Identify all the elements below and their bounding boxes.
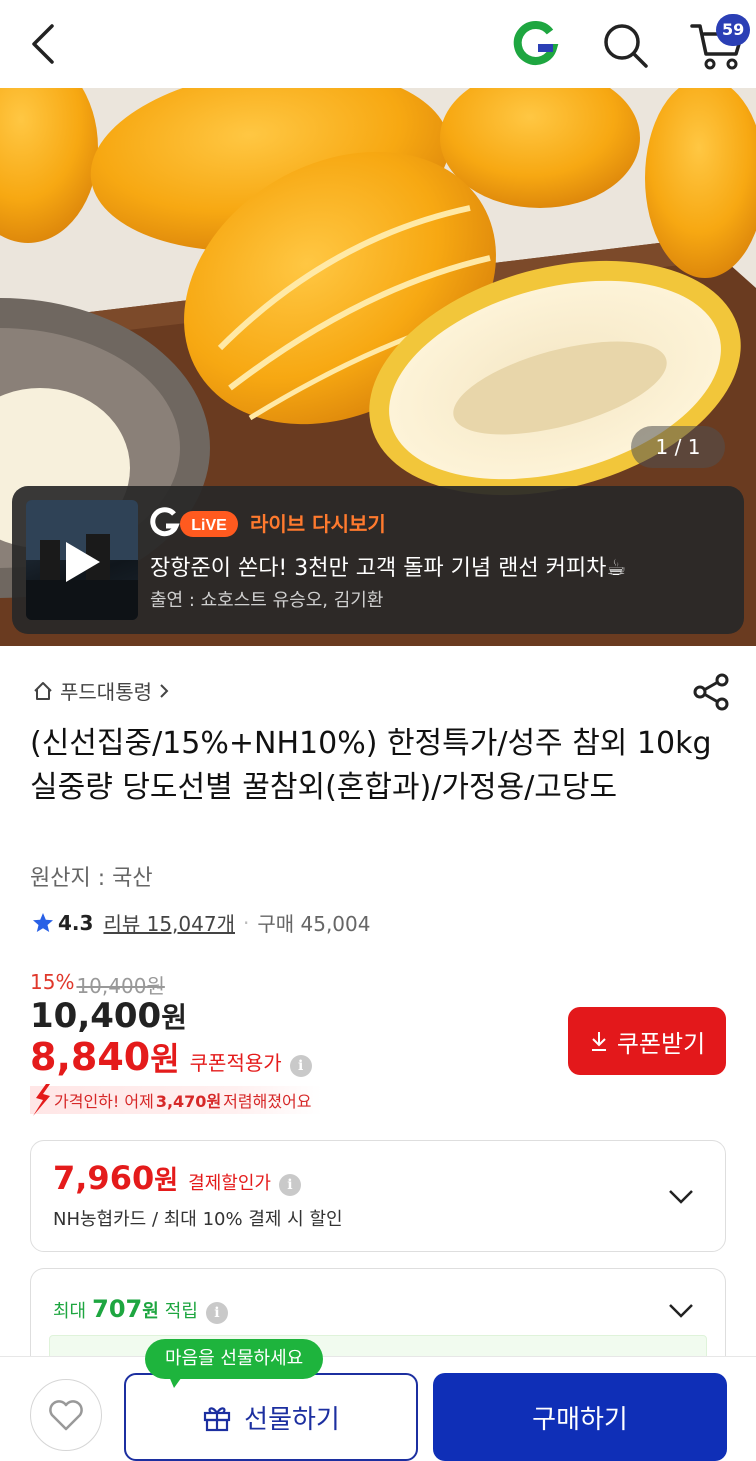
payment-price-value: 7,960 (53, 1159, 155, 1197)
buy-button-label: 구매하기 (532, 1404, 628, 1435)
payment-discount-card[interactable]: 7,960 원 결제할인가 i NH농협카드 / 최대 10% 결제 시 할인 (30, 1140, 726, 1252)
play-icon[interactable] (62, 540, 102, 584)
heart-icon (49, 1400, 83, 1431)
original-price-unit: 원 (146, 974, 165, 998)
home-icon (34, 681, 52, 700)
live-replay-banner[interactable]: LiVE 라이브 다시보기 장항준이 쏜다! 3천만 고객 돌파 기념 랜선 커… (12, 486, 744, 634)
points-amount: 707 (92, 1295, 143, 1323)
chevron-right-icon (160, 683, 169, 698)
download-icon (591, 1032, 606, 1051)
rating-value: 4.3 (58, 910, 94, 935)
payment-discount-price: 7,960 원 결제할인가 i (53, 1159, 301, 1197)
buy-button[interactable]: 구매하기 (433, 1373, 727, 1461)
sale-price: 10,400원 (30, 996, 187, 1036)
coupon-price-value: 8,840 (30, 1035, 151, 1079)
wishlist-button[interactable] (30, 1379, 102, 1451)
star-icon (33, 912, 53, 932)
original-price-value: 10,400 (76, 974, 147, 998)
image-counter: 1 / 1 (631, 426, 725, 468)
product-title: (신선집중/15%+NH10%) 한정특가/성주 참외 10kg 실중량 당도선… (30, 726, 712, 805)
payment-discount-detail: NH농협카드 / 최대 10% 결제 시 할인 (53, 1209, 343, 1230)
share-icon[interactable] (692, 672, 730, 712)
points-label: 적립 (164, 1301, 198, 1322)
cart-count-badge: 59 (716, 14, 751, 46)
price-drop-notice: 가격인하! 어제 3,470원 저렴해졌어요 (30, 1086, 322, 1114)
coupon-price: 8,840 원 쿠폰적용가 i (30, 1034, 312, 1080)
download-coupon-button[interactable]: 쿠폰받기 (568, 1007, 726, 1075)
info-icon[interactable]: i (205, 1302, 228, 1324)
gift-button-label: 선물하기 (244, 1404, 340, 1435)
coupon-price-unit: 원 (150, 1040, 180, 1078)
sale-price-value: 10,400 (30, 996, 162, 1036)
live-replay-title: 라이브 다시보기 (250, 512, 386, 536)
info-icon[interactable]: i (289, 1055, 312, 1077)
live-cast: 출연 : 쇼호스트 유승오, 김기환 (150, 590, 384, 611)
search-icon[interactable] (600, 20, 650, 70)
gift-tooltip: 마음을 선물하세요 (145, 1339, 324, 1379)
chevron-down-icon[interactable] (667, 1187, 695, 1207)
top-app-bar: 59 (0, 0, 756, 88)
purchase-count: 구매 45,004 (257, 912, 371, 936)
price-down-arrow-icon (33, 1084, 50, 1116)
back-arrow-icon[interactable] (26, 22, 62, 66)
breadcrumb[interactable]: 푸드대통령 (32, 676, 170, 705)
bottom-action-bar: 선물하기 구매하기 (0, 1356, 756, 1461)
live-headline: 장항준이 쏜다! 3천만 고객 돌파 기념 랜선 커피차☕ (150, 556, 627, 581)
gift-icon (204, 1407, 231, 1432)
product-origin: 원산지 : 국산 (30, 866, 153, 891)
rating-summary: 4.3 리뷰 15,047개 · 구매 45,004 (32, 908, 370, 937)
coupon-button-label: 쿠폰받기 (616, 1029, 706, 1058)
review-count-link[interactable]: 리뷰 15,047개 (103, 908, 235, 937)
original-price: 10,400원 (76, 970, 164, 999)
max-points: 최대 707 원 적립 i (53, 1295, 228, 1324)
payment-price-unit: 원 (154, 1166, 179, 1196)
points-unit: 원 (142, 1301, 159, 1322)
payment-price-label: 결제할인가 (188, 1173, 271, 1194)
sale-price-unit: 원 (161, 1001, 187, 1034)
coupon-price-label: 쿠폰적용가 (189, 1051, 282, 1075)
chevron-down-icon[interactable] (667, 1301, 695, 1321)
price-drop-amount: 3,470원 (155, 1092, 222, 1111)
live-logo-text: LiVE (191, 517, 227, 534)
gmarket-g-logo[interactable] (512, 20, 560, 68)
info-icon[interactable]: i (278, 1174, 301, 1196)
price-drop-prefix: 가격인하! 어제 (54, 1092, 154, 1111)
breadcrumb-store: 푸드대통령 (60, 680, 152, 704)
g-live-logo: LiVE (150, 507, 238, 537)
points-prefix: 최대 (53, 1301, 87, 1322)
divider: · (242, 910, 250, 935)
discount-row: 15% 10,400원 (30, 970, 165, 999)
price-drop-suffix: 저렴해졌어요 (223, 1092, 312, 1111)
discount-rate: 15% (30, 970, 75, 994)
live-video-thumbnail[interactable] (26, 500, 138, 620)
